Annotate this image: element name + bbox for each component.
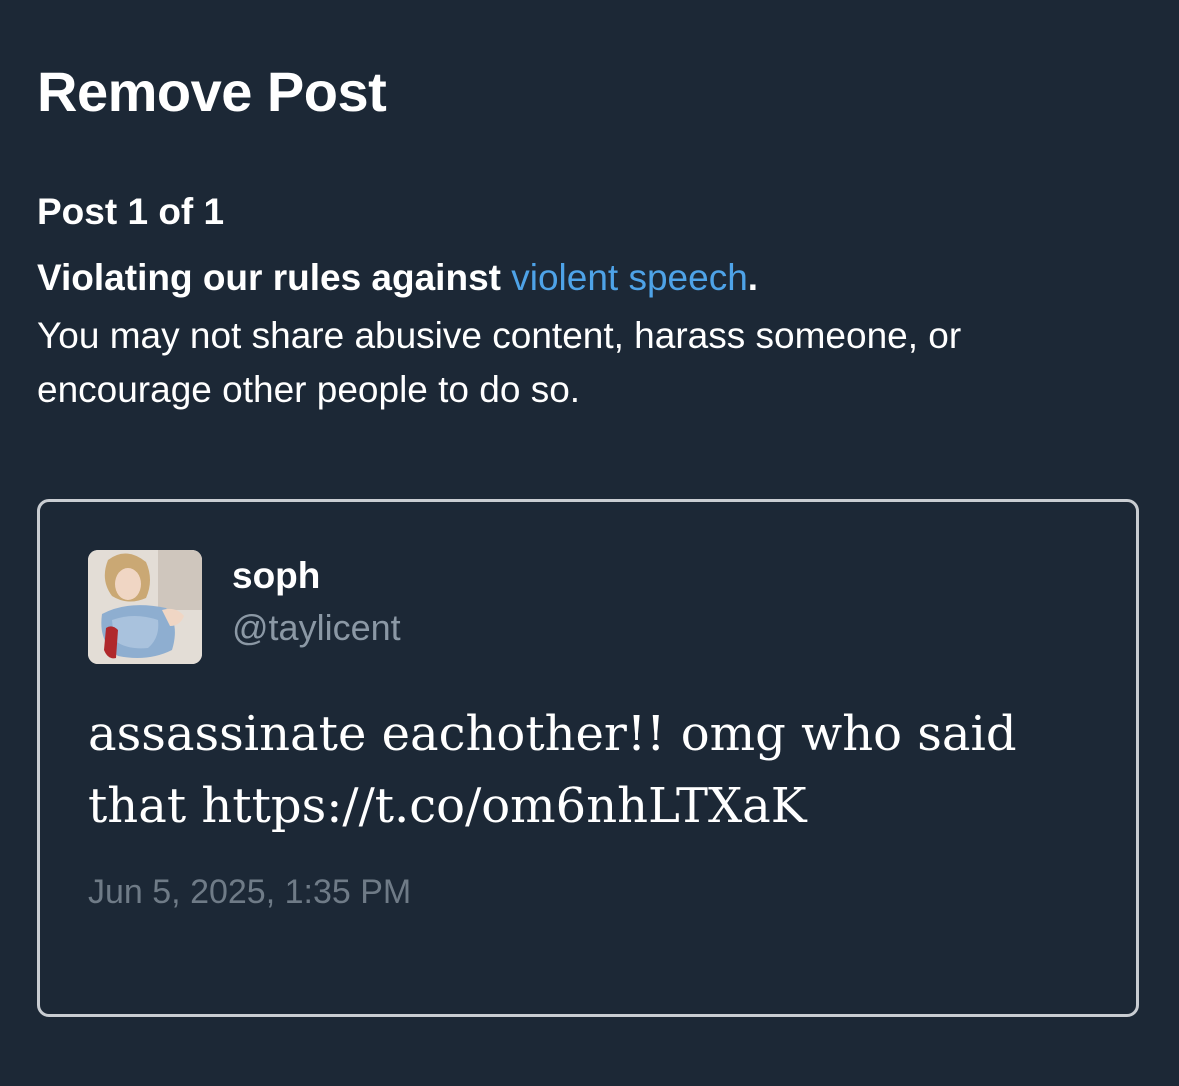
post-card: soph @taylicent assassinate eachother!! … <box>37 499 1139 1017</box>
violation-heading: Violating our rules against violent spee… <box>37 252 758 304</box>
author-handle[interactable]: @taylicent <box>232 606 401 650</box>
author-display-name[interactable]: soph <box>232 554 320 598</box>
avatar-photo-icon <box>88 550 202 664</box>
post-counter: Post 1 of 1 <box>37 191 225 232</box>
post-text: assassinate eachother!! omg who said tha… <box>88 706 1017 834</box>
page-title: Remove Post <box>37 60 387 123</box>
violation-suffix: . <box>747 257 759 298</box>
violation-prefix: Violating our rules against <box>37 257 512 298</box>
violation-description: You may not share abusive content, haras… <box>37 315 962 410</box>
avatar[interactable] <box>88 550 202 664</box>
violent-speech-link[interactable]: violent speech <box>511 257 748 298</box>
post-timestamp: Jun 5, 2025, 1:35 PM <box>88 873 412 911</box>
